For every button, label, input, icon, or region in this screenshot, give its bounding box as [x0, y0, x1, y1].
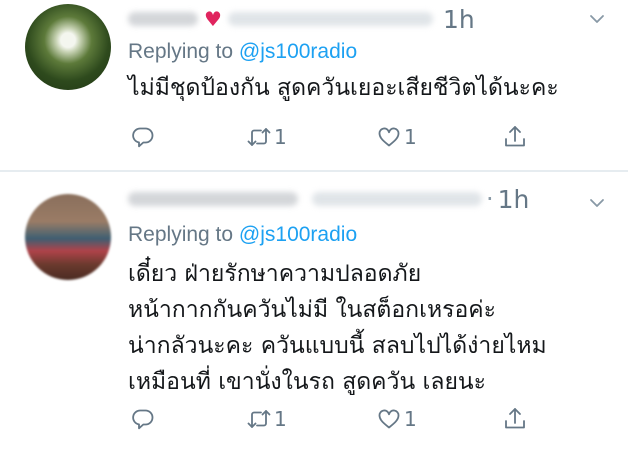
chevron-down-icon[interactable]: [588, 10, 606, 28]
reply-icon: [132, 409, 154, 430]
tweet-text: ไม่มีชุดป้องกัน สูดควันเยอะเสียชีวิตได้น…: [128, 70, 559, 106]
tweet-time[interactable]: 1h: [443, 5, 475, 34]
heart-outline-icon: [378, 409, 400, 429]
retweet-count: 1: [274, 407, 287, 431]
tweet[interactable]: ♥ 1h Replying to @js100radio ไม่มีชุดป้อ…: [0, 0, 628, 170]
reply-button[interactable]: [130, 406, 156, 432]
mention-link[interactable]: @js100radio: [239, 40, 357, 63]
separator-dot: ·: [486, 185, 494, 213]
replying-to: Replying to @js100radio: [128, 223, 357, 247]
share-button[interactable]: [502, 124, 528, 150]
heart-outline-icon: [378, 127, 400, 147]
tweet-actions: 1 1: [128, 124, 528, 154]
replying-to-label: Replying to: [128, 40, 239, 63]
tweet-actions: 1 1: [128, 406, 528, 436]
author-handle-blurred[interactable]: [227, 12, 433, 26]
retweet-button[interactable]: 1: [246, 124, 287, 150]
reply-button[interactable]: [130, 124, 156, 150]
tweet-header: · 1h: [128, 185, 530, 214]
heart-emoji: ♥: [204, 7, 222, 31]
like-button[interactable]: 1: [376, 406, 417, 432]
share-button[interactable]: [502, 406, 528, 432]
tweet-time[interactable]: 1h: [498, 185, 530, 214]
reply-icon: [132, 127, 154, 148]
tweet-text-line: น่ากลัวนะคะ ควันแบบนี้ สลบไปได้ง่ายไหม: [128, 333, 547, 359]
tweet-header: ♥ 1h: [128, 5, 475, 34]
retweet-icon: [247, 410, 271, 428]
like-count: 1: [404, 407, 417, 431]
replying-to-label: Replying to: [128, 223, 239, 246]
like-count: 1: [404, 125, 417, 149]
avatar[interactable]: [25, 4, 111, 90]
tweet[interactable]: · 1h Replying to @js100radio เดี๋ยว ฝ่าย…: [0, 172, 628, 454]
retweet-icon: [247, 128, 271, 146]
tweet-text-line: ไม่มีชุดป้องกัน สูดควันเยอะเสียชีวิตได้น…: [128, 75, 559, 101]
share-icon: [505, 408, 525, 429]
tweet-text: เดี๋ยว ฝ่ายรักษาความปลอดภัย หน้ากากกันคว…: [128, 256, 547, 400]
tweet-text-line: เดี๋ยว ฝ่ายรักษาความปลอดภัย: [128, 261, 422, 287]
tweet-text-line: หน้ากากกันควันไม่มี ในสต็อกเหรอค่ะ: [128, 297, 497, 323]
mention-link[interactable]: @js100radio: [239, 223, 357, 246]
avatar[interactable]: [25, 194, 111, 280]
author-name-blurred[interactable]: [128, 192, 298, 206]
author-handle-blurred[interactable]: [312, 192, 482, 206]
chevron-down-icon[interactable]: [588, 194, 606, 212]
author-name-blurred[interactable]: [128, 12, 198, 26]
retweet-button[interactable]: 1: [246, 406, 287, 432]
retweet-count: 1: [274, 125, 287, 149]
replying-to: Replying to @js100radio: [128, 40, 357, 64]
share-icon: [505, 126, 525, 147]
tweet-text-line: เหมือนที่ เขานั่งในรถ สูดควัน เลยนะ: [128, 369, 487, 395]
like-button[interactable]: 1: [376, 124, 417, 150]
